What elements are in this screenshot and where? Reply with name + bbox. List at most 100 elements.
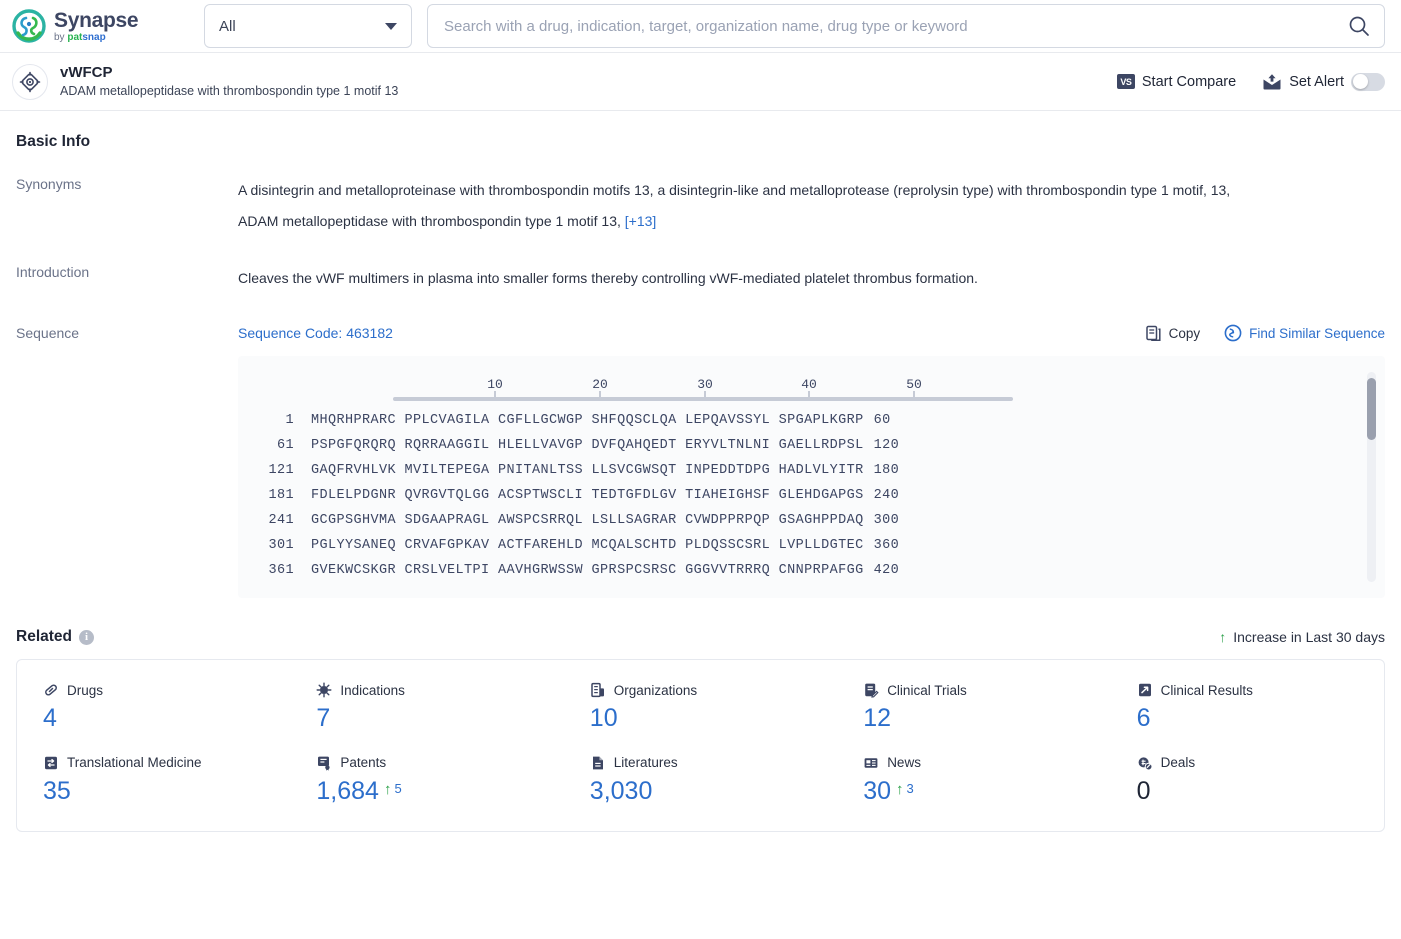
stat-patents[interactable]: Patents 1,684 ↑ 5 [290, 755, 563, 806]
stat-clinical-results[interactable]: Clinical Results 6 [1111, 682, 1384, 733]
logo-wordmark: Synapse [54, 8, 139, 32]
sequence-residues: GCGPSGHVMA SDGAAPRAGL AWSPCSRRQL LSLLSAG… [311, 513, 864, 528]
basic-info-heading: Basic Info [16, 133, 91, 150]
ruler-line [393, 397, 1013, 401]
sequence-label: Sequence [16, 325, 80, 341]
sequence-line: 181 FDLELPDGNR QVRGVTQLGG ACSPTWSCLI TED… [238, 483, 1385, 508]
stat-deals[interactable]: Deals 0 [1111, 755, 1384, 806]
related-heading: Related [16, 628, 72, 645]
results-icon [1137, 682, 1153, 698]
news-icon [863, 755, 879, 771]
stat-translational-medicine[interactable]: Translational Medicine 35 [17, 755, 290, 806]
chevron-down-icon [385, 22, 397, 30]
synonyms-label: Synonyms [16, 176, 82, 192]
sequence-start-index: 181 [268, 488, 294, 503]
copy-sequence-button[interactable]: Copy [1145, 325, 1200, 342]
stat-delta-value: 5 [394, 780, 402, 796]
sequence-end-index: 300 [873, 513, 900, 528]
stat-label: Deals [1160, 755, 1196, 770]
related-header: Related i ↑ Increase in Last 30 days [16, 628, 1385, 646]
sequence-residues: PGLYYSANEQ CRVAFGPKAV ACTFAREHLD MCQALSC… [311, 538, 864, 553]
increase-legend-label: Increase in Last 30 days [1233, 629, 1385, 645]
sequence-line: 301 PGLYYSANEQ CRVAFGPKAV ACTFAREHLD MCQ… [238, 533, 1385, 558]
stat-value: 3,030 [589, 776, 653, 805]
stat-value: 6 [1136, 704, 1151, 732]
sequence-line: 61 PSPGFQRQRQ RQRRAAGGIL HLELLVAVGP DVFQ… [238, 433, 1385, 458]
search-scope-value: All [219, 17, 236, 35]
stat-news[interactable]: News 30 ↑ 3 [837, 755, 1110, 806]
sequence-line: 241 GCGPSGHVMA SDGAAPRAGL AWSPCSRRQL LSL… [238, 508, 1385, 533]
search-scope-select[interactable]: All [204, 4, 412, 48]
stat-organizations[interactable]: Organizations 10 [564, 682, 837, 733]
increase-legend: ↑ Increase in Last 30 days [1219, 629, 1385, 645]
arrow-up-icon: ↑ [383, 780, 392, 798]
sequence-end-index: 240 [873, 488, 900, 503]
logo-pat: pat [67, 31, 83, 43]
search-input[interactable] [442, 16, 1348, 36]
sequence-ruler: 10 20 30 40 50 [393, 374, 1013, 408]
sequence-start-index: 121 [268, 463, 294, 478]
mail-alert-icon [1262, 73, 1282, 91]
sequence-end-index: 120 [873, 438, 900, 453]
building-icon [590, 682, 606, 698]
ruler-label: 10 [487, 377, 503, 392]
stat-value-wrap: 30 ↑ 3 [863, 776, 1110, 806]
app-logo[interactable]: Synapse by patsnap [12, 9, 182, 43]
stat-label: Indications [340, 682, 405, 698]
stat-value: 35 [43, 776, 71, 805]
ruler-label: 20 [592, 377, 608, 392]
stat-clinical-trials[interactable]: Clinical Trials 12 [837, 682, 1110, 733]
stat-label: Patents [340, 755, 387, 770]
ruler-label: 30 [697, 377, 713, 392]
ruler-label: 50 [906, 377, 922, 392]
sequence-residues: MHQRHPRARC PPLCVAGILA CGFLLGCWGP SHFQQSC… [311, 413, 864, 428]
sequence-code-link[interactable]: Sequence Code: 463182 [238, 325, 393, 341]
copy-icon [1145, 325, 1162, 342]
sequence-viewer[interactable]: 10 20 30 40 50 1 MHQRHPRARC PPLCVAGILA C… [238, 356, 1385, 598]
stat-value: 4 [43, 704, 57, 732]
stat-value-wrap: 1,684 ↑ 5 [316, 777, 563, 806]
stat-value: 30 [863, 776, 891, 805]
pill-icon [43, 682, 59, 698]
search-icon[interactable] [1348, 15, 1370, 37]
vs-icon: VS [1116, 74, 1135, 89]
synonyms-more-link[interactable]: [+13] [625, 213, 657, 229]
stat-literatures[interactable]: Literatures 3,030 [564, 755, 837, 806]
page-title: vWFCP [60, 63, 113, 81]
set-alert-control[interactable]: Set Alert [1262, 72, 1385, 91]
search-box[interactable] [427, 4, 1385, 48]
patent-icon [316, 755, 332, 771]
info-icon[interactable]: i [79, 629, 94, 645]
sequence-start-index: 301 [268, 538, 294, 553]
main-content: Basic Info Synonyms A disintegrin and me… [0, 133, 1401, 832]
sequence-row: Sequence Sequence Code: 463182 Copy Find… [16, 324, 1385, 598]
arrow-up-icon: ↑ [1219, 629, 1227, 645]
sequence-end-index: 180 [873, 463, 900, 478]
stat-drugs[interactable]: Drugs 4 [17, 682, 290, 733]
stat-value: 10 [589, 704, 618, 732]
entity-header: vWFCP ADAM metallopeptidase with thrombo… [0, 53, 1401, 111]
find-similar-sequence-button[interactable]: Find Similar Sequence [1224, 324, 1385, 342]
stat-delta: ↑ 5 [383, 780, 402, 798]
logo-by: by [54, 31, 65, 43]
clipboard-icon [863, 682, 879, 698]
stat-label: Clinical Trials [887, 682, 967, 698]
stat-value: 12 [863, 704, 891, 732]
start-compare-button[interactable]: VS Start Compare [1116, 74, 1236, 90]
sequence-scrollbar-thumb[interactable] [1367, 378, 1376, 440]
synonyms-line-1: A disintegrin and metalloproteinase with… [238, 182, 1231, 198]
stat-label: Literatures [613, 755, 678, 770]
entity-subtitle: ADAM metallopeptidase with thrombospondi… [60, 84, 399, 99]
document-icon [590, 755, 606, 771]
related-stat-grid: Drugs 4 Indications 7 Organizations 10 C… [17, 682, 1384, 805]
stat-label: Clinical Results [1160, 682, 1253, 698]
sequence-line: 121 GAQFRVHLVK MVILTEPEGA PNITANLTSS LLS… [238, 458, 1385, 483]
set-alert-toggle[interactable] [1351, 72, 1385, 91]
sequence-start-index: 61 [276, 438, 294, 453]
stat-delta-value: 3 [906, 780, 914, 796]
find-similar-label: Find Similar Sequence [1249, 325, 1385, 341]
sequence-header: Sequence Code: 463182 Copy Find Similar … [238, 324, 1385, 342]
sequence-scrollbar[interactable] [1367, 372, 1376, 582]
stat-indications[interactable]: Indications 7 [290, 682, 563, 733]
stat-label: Drugs [67, 682, 104, 698]
